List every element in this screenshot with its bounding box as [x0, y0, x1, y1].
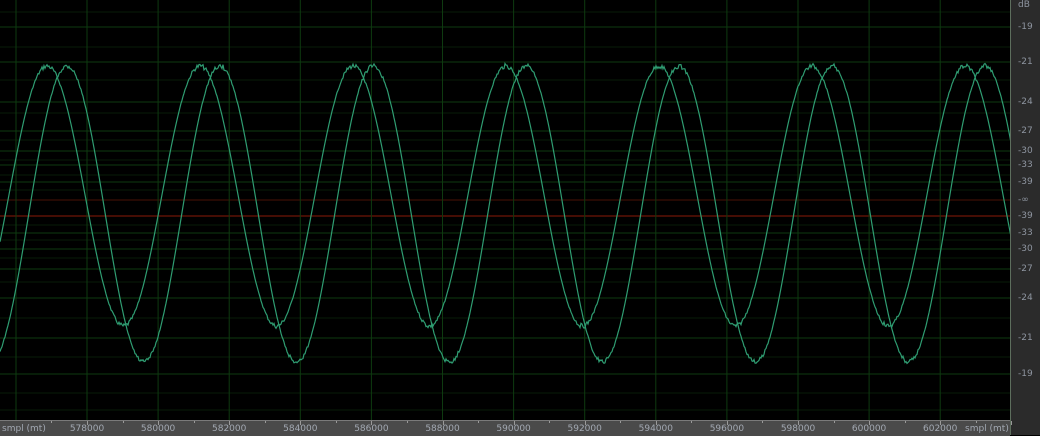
- time-tick-label: 600000: [851, 424, 887, 434]
- time-tick-label: 602000: [923, 424, 958, 434]
- time-minor-tick: [335, 421, 337, 423]
- db-tick-label: -30: [1018, 244, 1033, 254]
- time-tick: [442, 421, 444, 425]
- time-tick-label: 578000: [69, 424, 105, 434]
- time-minor-tick: [51, 421, 53, 423]
- time-minor-tick: [122, 421, 124, 423]
- db-unit-label: dB: [1018, 0, 1030, 10]
- time-tick: [798, 421, 799, 425]
- db-tick-label: -33: [1018, 160, 1033, 170]
- time-minor-tick: [904, 421, 906, 423]
- time-minor-tick: [975, 421, 977, 423]
- db-tick-label: -30: [1018, 146, 1033, 156]
- time-tick: [655, 421, 657, 425]
- time-tick: [869, 421, 871, 425]
- time-minor-tick: [193, 421, 195, 423]
- db-tick-label: -24: [1018, 97, 1033, 107]
- time-tick-label: 580000: [140, 424, 176, 434]
- time-tick-label: 590000: [496, 424, 531, 434]
- time-tick: [513, 421, 515, 425]
- db-tick-label: -33: [1018, 228, 1033, 238]
- db-tick-label: -19: [1018, 22, 1033, 32]
- waveform-canvas[interactable]: [0, 0, 1010, 420]
- db-tick-label: -19: [1018, 369, 1033, 379]
- db-tick-label: -24: [1018, 293, 1033, 303]
- time-minor-tick: [762, 421, 764, 423]
- time-tick: [371, 421, 373, 425]
- time-tick-label: 586000: [354, 424, 389, 434]
- time-minor-tick: [549, 421, 551, 423]
- time-tick: [584, 421, 586, 425]
- db-ruler[interactable]: dB -19 -21 -24 -27 -30 -33 -39 -∞ -39 -33 -30 -27 -2…: [1010, 0, 1040, 435]
- db-tick-label: -39: [1018, 211, 1033, 221]
- time-tick-label: 588000: [425, 424, 460, 434]
- time-tick: [300, 421, 302, 425]
- time-tick: [726, 421, 728, 425]
- db-tick-label: -27: [1018, 264, 1033, 274]
- time-unit-label-right: smpl (mt): [965, 424, 1009, 434]
- time-tick-label: 584000: [283, 424, 318, 434]
- time-minor-tick: [833, 421, 835, 423]
- time-minor-tick: [620, 421, 622, 423]
- time-tick: [87, 421, 88, 425]
- time-minor-tick: [406, 421, 408, 423]
- db-tick-label: -∞: [1018, 195, 1029, 205]
- time-unit-label-left: smpl (mt): [2, 424, 46, 434]
- time-tick-label: 596000: [709, 424, 745, 434]
- waveform-display[interactable]: [0, 0, 1010, 420]
- time-ruler[interactable]: smpl (mt) smpl (mt) 578000 580000 582000 58…: [0, 420, 1013, 436]
- time-tick: [940, 421, 942, 425]
- time-tick-label: 592000: [567, 424, 602, 434]
- time-minor-tick: [264, 421, 266, 423]
- time-minor-tick: [691, 421, 693, 423]
- waveform-channel-left: [0, 62, 1010, 330]
- time-minor-tick: [478, 421, 480, 423]
- db-tick-label: -39: [1018, 177, 1033, 187]
- time-tick: [158, 421, 160, 425]
- db-tick-label: -21: [1018, 57, 1033, 67]
- time-tick: [229, 421, 231, 425]
- time-tick-label: 598000: [780, 424, 816, 434]
- time-tick: [1011, 421, 1013, 425]
- db-tick-label: -27: [1018, 126, 1033, 136]
- time-tick-label: 582000: [212, 424, 247, 434]
- time-tick-label: 594000: [638, 424, 673, 434]
- db-tick-label: -21: [1018, 333, 1033, 343]
